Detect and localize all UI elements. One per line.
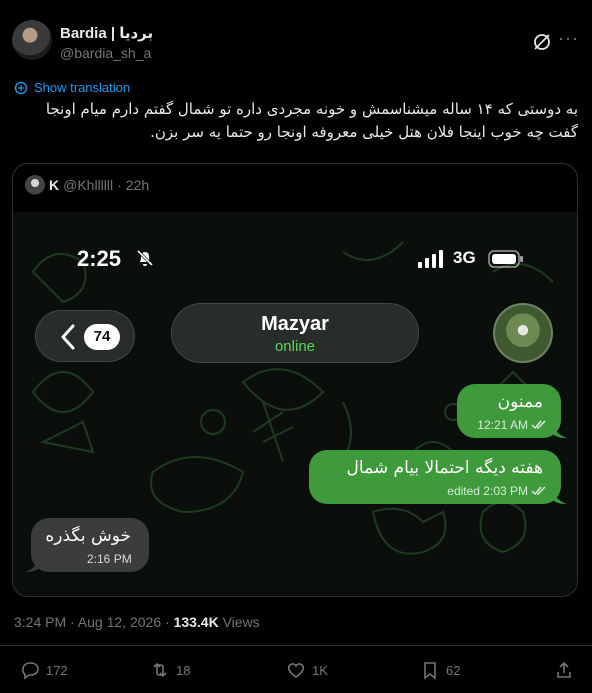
reply-count: 172: [46, 662, 68, 678]
status-bar-time: 2:25: [77, 246, 122, 271]
reply-button[interactable]: 172: [20, 660, 68, 680]
show-translation-label: Show translation: [34, 80, 131, 95]
tweet-datetime[interactable]: 3:24 PM · Aug 12, 2026 ·: [14, 614, 174, 630]
divider: [0, 645, 592, 646]
action-bar: 172 18 1K 62: [0, 660, 592, 686]
bookmark-count: 62: [446, 662, 461, 678]
message-time: edited 2:03 PM: [447, 484, 528, 498]
back-button[interactable]: 74: [35, 310, 135, 362]
reply-icon: [22, 662, 39, 680]
message-bubble-outgoing[interactable]: هفته دیگه احتمالا بیام شمال edited 2:03 …: [309, 450, 567, 504]
message-text: ممنون: [497, 392, 543, 412]
contact-header[interactable]: Mazyar online: [171, 303, 419, 363]
message-time: 2:16 PM: [87, 552, 132, 566]
quoted-author-avatar: [25, 175, 45, 195]
bookmark-icon: [424, 662, 436, 680]
contact-name: Mazyar: [261, 313, 329, 335]
like-count: 1K: [312, 662, 328, 678]
quoted-author-name: K: [49, 177, 60, 193]
bookmark-button[interactable]: 62: [420, 660, 460, 680]
repost-count: 18: [176, 662, 191, 678]
show-translation-link[interactable]: Show translation: [14, 80, 130, 95]
share-icon: [557, 661, 571, 678]
battery-icon: [488, 250, 523, 268]
tweet-body: به دوستی که ۱۴ ساله میشناسمش و خونه مجرد…: [45, 100, 578, 141]
like-icon: [287, 663, 305, 678]
signal-icon: [418, 250, 443, 268]
message-text: خوش بگذره: [45, 526, 131, 546]
like-button[interactable]: 1K: [286, 660, 328, 680]
contact-avatar[interactable]: [493, 303, 553, 363]
message-time: 12:21 AM: [477, 418, 528, 432]
repost-icon: [153, 662, 167, 678]
message-meta: 2:16 PM: [87, 552, 132, 566]
author-avatar[interactable]: [12, 20, 52, 60]
double-check-icon: [531, 486, 546, 496]
author-display-name[interactable]: Bardia | بردیا: [60, 24, 153, 42]
quoted-author-handle: @Khllllll: [63, 177, 114, 193]
double-check-icon: [531, 420, 546, 430]
message-text: هفته دیگه احتمالا بیام شمال: [346, 458, 543, 478]
tweet-header: Bardia | بردیا @bardia_sh_a ···: [12, 12, 580, 61]
grok-icon[interactable]: [532, 32, 552, 52]
contact-status: online: [274, 338, 316, 355]
chat-screenshot[interactable]: 2:25 3G 74 Mazyar online ممنون 12:21 AM …: [13, 212, 577, 596]
quoted-tweet[interactable]: K @Khllllll · 22h 2:25 3G 74 Mazyar onli…: [12, 163, 578, 597]
tweet-timestamp: 3:24 PM · Aug 12, 2026 · 133.4K Views: [14, 614, 260, 630]
bubble-tail: [553, 424, 567, 438]
quoted-time: 22h: [125, 177, 150, 193]
quoted-tweet-header: K @Khllllll · 22h: [25, 174, 149, 196]
message-bubble-incoming[interactable]: خوش بگذره 2:16 PM: [25, 518, 149, 572]
author-handle[interactable]: @bardia_sh_a: [60, 45, 151, 61]
chevron-left-icon: [61, 324, 75, 350]
bell-off-icon: [136, 249, 154, 267]
message-meta: 12:21 AM: [477, 418, 547, 432]
bubble-tail: [553, 490, 567, 504]
translate-icon: [14, 81, 28, 94]
more-icon[interactable]: ···: [558, 29, 578, 50]
network-type: 3G: [453, 248, 476, 267]
quoted-separator: ·: [117, 177, 122, 193]
views-count: 133.4K: [173, 614, 219, 630]
message-bubble-outgoing[interactable]: ممنون 12:21 AM: [457, 384, 567, 438]
unread-count-badge: 74: [84, 324, 120, 350]
repost-button[interactable]: 18: [150, 660, 190, 680]
message-meta: edited 2:03 PM: [447, 484, 547, 498]
views-label: Views: [218, 614, 260, 630]
bubble-tail: [25, 558, 39, 572]
share-button[interactable]: [554, 660, 574, 680]
